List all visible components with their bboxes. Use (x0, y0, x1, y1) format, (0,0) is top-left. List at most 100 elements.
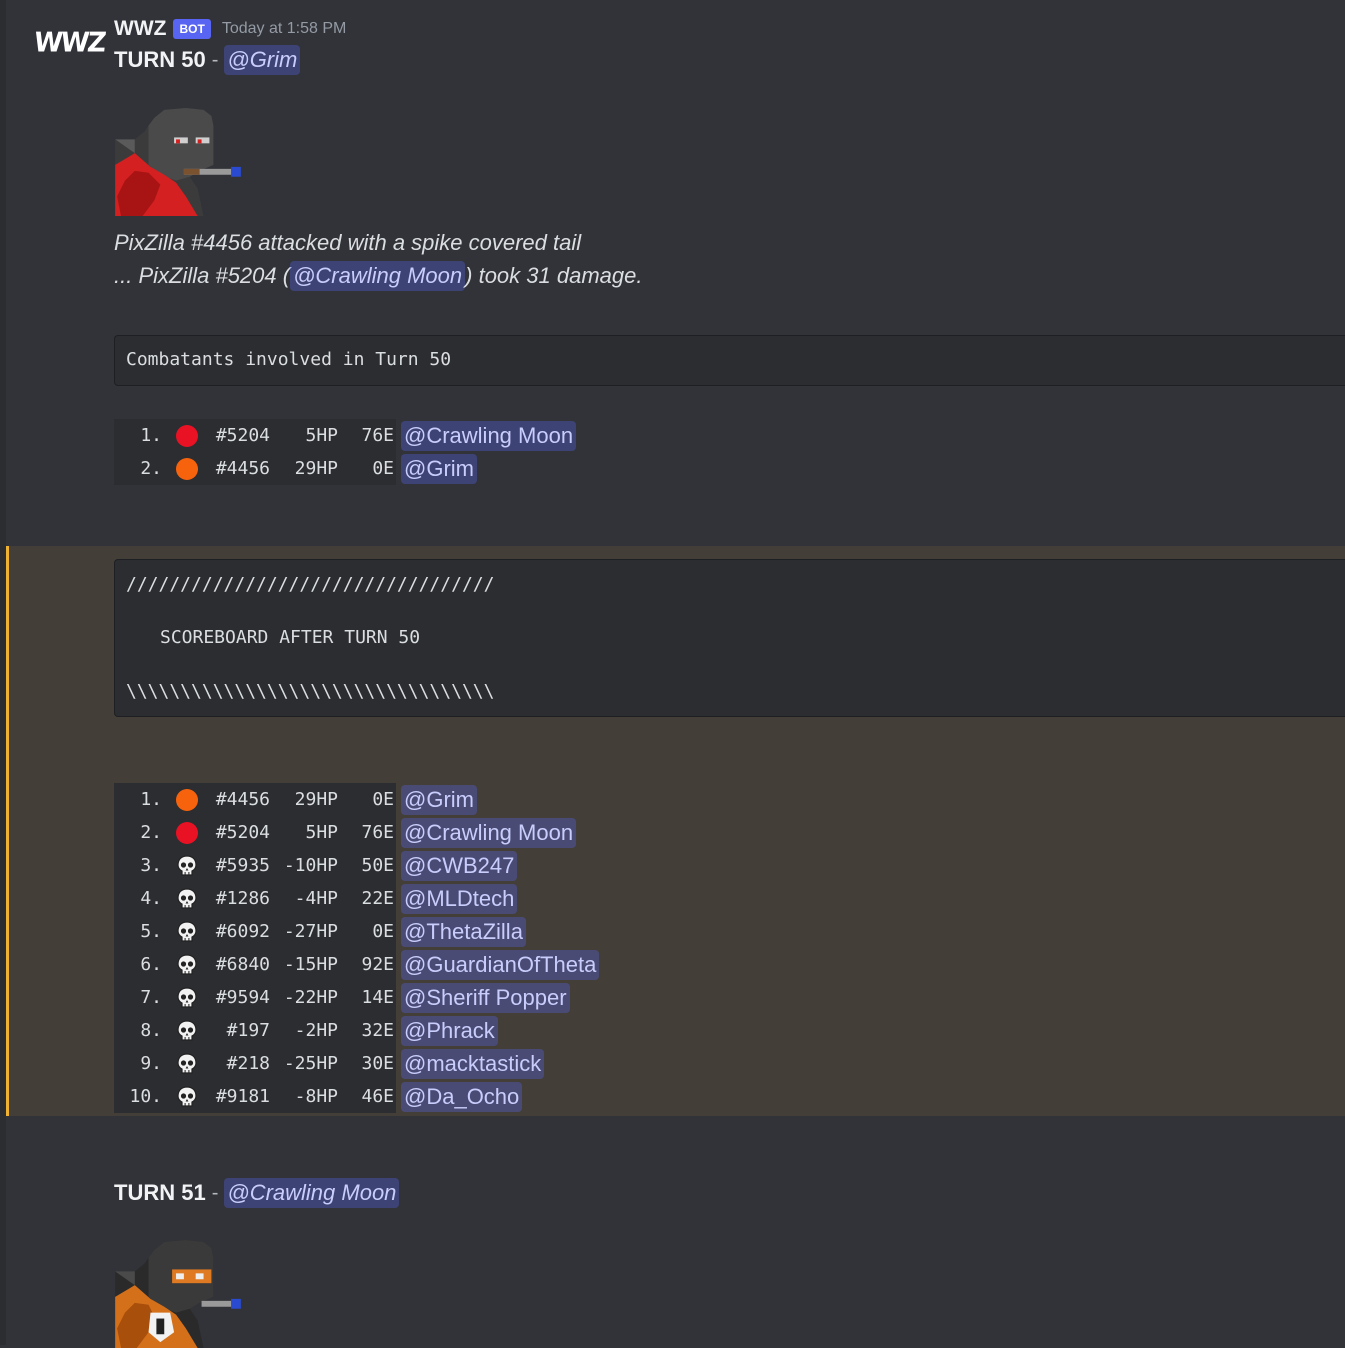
user-mention[interactable]: @Crawling Moon (224, 1178, 400, 1208)
score-stats: 4. #1286 -4HP 22E (114, 882, 396, 915)
energy-value: 14E (361, 987, 394, 1008)
bot-tag: BOT (173, 19, 211, 39)
status-indicator (162, 920, 212, 943)
score-stats: 1. #4456 29HP 0E (114, 783, 396, 816)
energy-value: 32E (361, 1020, 394, 1041)
score-stats: 8. #197 -2HP 32E (114, 1014, 396, 1047)
turn-50-heading: TURN 50 - @Grim (114, 43, 301, 77)
turn-label: TURN 51 (114, 1180, 206, 1205)
damage-description: ... PixZilla #5204 (@Crawling Moon) took… (114, 259, 642, 292)
score-stats: 6. #6840 -15HP 92E (114, 948, 396, 981)
rank-number: 6. (140, 954, 162, 975)
pixzilla-id: #5204 (215, 425, 270, 446)
status-indicator (162, 788, 212, 811)
energy-value: 0E (372, 789, 394, 810)
damage-prefix: ... PixZilla #5204 ( (114, 262, 291, 288)
hp-value: 29HP (294, 458, 338, 479)
scoreboard-title: SCOREBOARD AFTER TURN 50 (160, 627, 421, 648)
skull-icon (177, 920, 197, 942)
pixzilla-id: #218 (226, 1053, 270, 1074)
hp-value: -4HP (294, 888, 338, 909)
pixzilla-sprite-orange-icon (115, 1239, 241, 1348)
hp-value: -15HP (283, 954, 338, 975)
scoreboard-header-block: ////////////////////////////////// SCORE… (114, 559, 1345, 717)
energy-value: 0E (372, 921, 394, 942)
pixzilla-id: #1286 (215, 888, 270, 909)
skull-icon (177, 953, 197, 975)
pixzilla-id: #9594 (215, 987, 270, 1008)
list-item: 3. #5935 -10HP 50E @CWB247 (114, 849, 599, 882)
skull-icon (177, 986, 197, 1008)
rank-number: 2. (140, 822, 162, 843)
red-circle-icon (176, 821, 198, 844)
list-item: 9. #218 -25HP 30E @macktastick (114, 1047, 599, 1080)
pixzilla-id: #6840 (215, 954, 270, 975)
score-stats: 2. #5204 5HP 76E (114, 816, 396, 849)
hp-value: 5HP (305, 425, 338, 446)
user-mention[interactable]: @Grim (224, 45, 301, 75)
hp-value: -8HP (294, 1086, 338, 1107)
score-stats: 9. #218 -25HP 30E (114, 1047, 396, 1080)
pixzilla-id: #4456 (215, 458, 270, 479)
pixzilla-id: #9181 (215, 1086, 270, 1107)
user-mention[interactable]: @GuardianOfTheta (401, 949, 600, 980)
user-mention[interactable]: @Crawling Moon (401, 817, 577, 848)
energy-value: 50E (361, 855, 394, 876)
energy-value: 92E (361, 954, 394, 975)
red-circle-icon (176, 424, 198, 447)
user-mention[interactable]: @Sheriff Popper (401, 982, 570, 1013)
message-timestamp[interactable]: Today at 1:58 PM (222, 20, 347, 38)
status-indicator (162, 854, 212, 877)
skull-icon (177, 1052, 197, 1074)
user-mention[interactable]: @Grim (401, 453, 477, 484)
user-mention[interactable]: @Da_Ocho (401, 1081, 523, 1112)
status-indicator (162, 1085, 212, 1108)
list-item: 1. #4456 29HP 0E @Grim (114, 783, 599, 816)
energy-value: 22E (361, 888, 394, 909)
user-mention[interactable]: @macktastick (401, 1048, 545, 1079)
avatar-logo-text: WWZ (32, 27, 106, 59)
damaged-user-mention[interactable]: @Crawling Moon (290, 260, 466, 291)
skull-icon (177, 854, 197, 876)
turn-separator: - (211, 1181, 219, 1204)
combatants-header: Combatants involved in Turn 50 (126, 349, 452, 370)
rank-number: 4. (140, 888, 162, 909)
status-indicator (162, 887, 212, 910)
rank-number: 10. (129, 1086, 162, 1107)
rank-number: 1. (140, 789, 162, 810)
pixzilla-id: #5204 (215, 822, 270, 843)
rank-number: 9. (140, 1053, 162, 1074)
hp-value: -22HP (283, 987, 338, 1008)
list-item: 2. #5204 5HP 76E @Crawling Moon (114, 816, 599, 849)
list-item: 4. #1286 -4HP 22E @MLDtech (114, 882, 599, 915)
turn-label: TURN 50 (114, 47, 206, 72)
user-mention[interactable]: @Phrack (401, 1015, 498, 1046)
status-indicator (162, 1019, 212, 1042)
backslash-divider: \\\\\\\\\\\\\\\\\\\\\\\\\\\\\\\\\\ (126, 681, 495, 702)
combatants-list: 1. #5204 5HP 76E @Crawling Moon 2. #4456 29HP… (114, 419, 577, 485)
turn-separator: - (211, 48, 219, 71)
user-mention[interactable]: @Grim (401, 784, 477, 815)
list-item: 6. #6840 -15HP 92E @GuardianOfTheta (114, 948, 600, 981)
list-item: 10. #9181 -8HP 46E @Da_Ocho (114, 1080, 599, 1113)
rank-number: 5. (140, 921, 162, 942)
author-name[interactable]: WWZ (114, 17, 166, 41)
status-indicator (162, 1052, 212, 1075)
hp-value: 29HP (294, 789, 338, 810)
slash-divider: ////////////////////////////////// (126, 574, 495, 595)
damage-suffix: ) took 31 damage. (465, 262, 643, 288)
user-mention[interactable]: @CWB247 (401, 850, 518, 881)
orange-circle-icon (176, 457, 198, 480)
hp-value: -10HP (283, 855, 338, 876)
energy-value: 0E (372, 458, 394, 479)
user-mention[interactable]: @MLDtech (401, 883, 518, 914)
energy-value: 30E (361, 1053, 394, 1074)
turn-51-heading: TURN 51 - @Crawling Moon (114, 1176, 400, 1210)
pixzilla-sprite-red-icon (115, 107, 241, 216)
user-mention[interactable]: @Crawling Moon (401, 420, 577, 451)
attack-description: PixZilla #4456 attacked with a spike cov… (114, 229, 582, 255)
bot-avatar[interactable]: WWZ (32, 27, 106, 62)
pixzilla-id: #6092 (215, 921, 270, 942)
status-indicator (162, 986, 212, 1009)
user-mention[interactable]: @ThetaZilla (401, 916, 526, 947)
